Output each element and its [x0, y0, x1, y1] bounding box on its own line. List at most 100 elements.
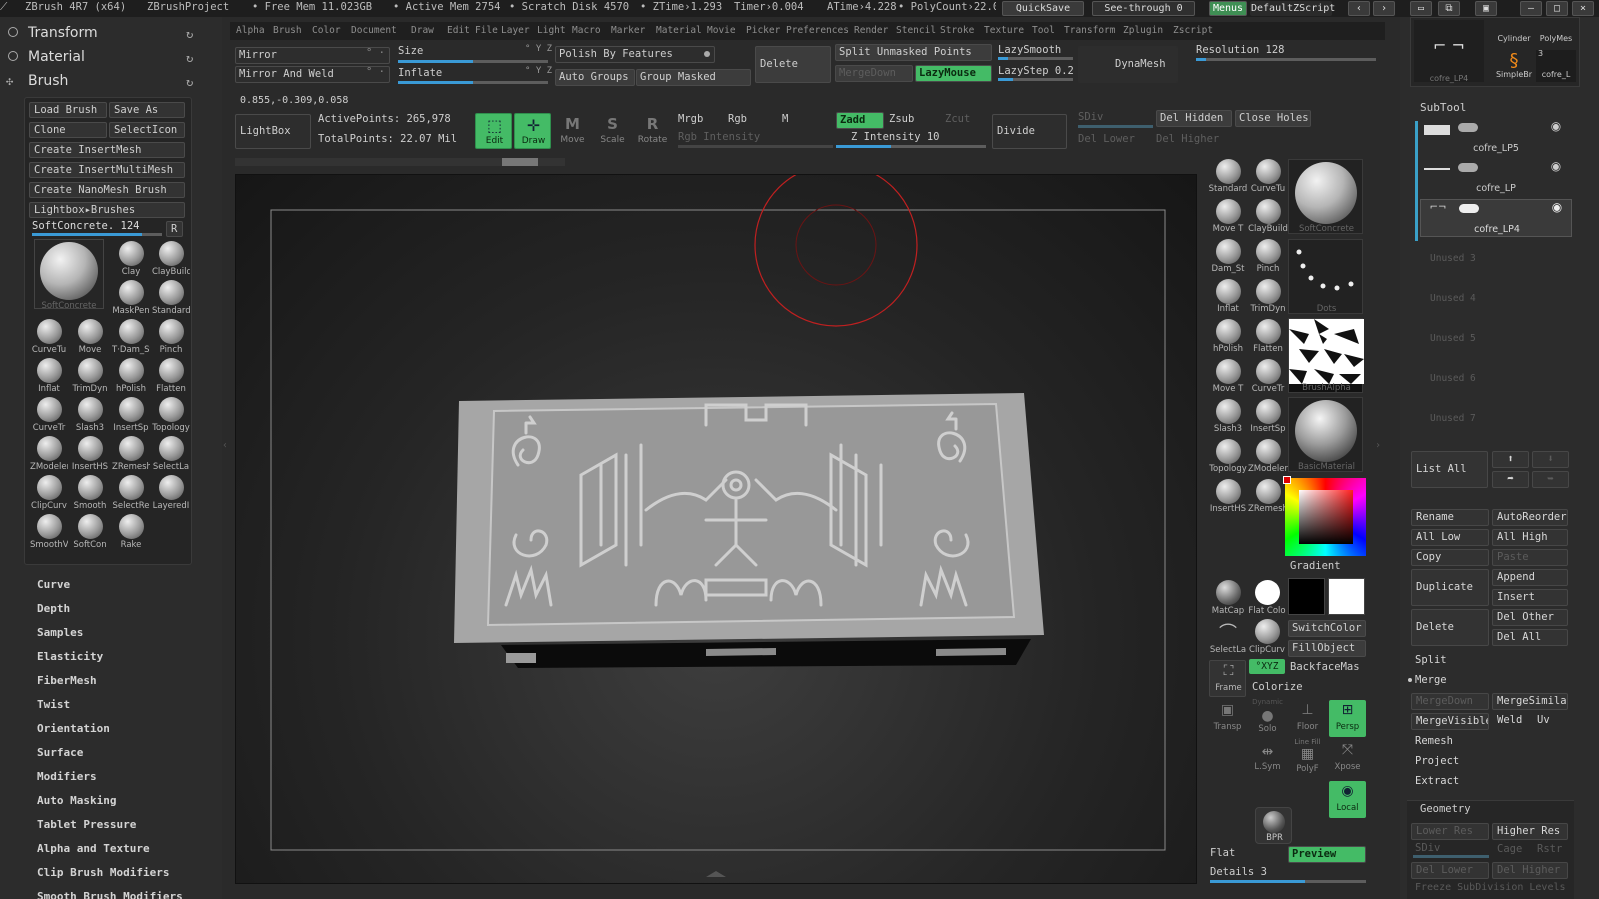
layout-right-icon[interactable]: › — [1373, 1, 1395, 16]
shelf-brush-inflat[interactable]: Inflat — [1209, 277, 1247, 316]
mergedown-button[interactable]: MergeDown — [1411, 693, 1489, 710]
material-tile[interactable]: BasicMaterial — [1288, 397, 1363, 472]
palette-brush[interactable]: Brush — [28, 73, 68, 89]
geometry-del-higher-button[interactable]: Del Higher — [1492, 862, 1568, 879]
create-insertmultimesh-button[interactable]: Create InsertMultiMesh — [29, 162, 185, 178]
fill-object-button[interactable]: FillObject — [1288, 640, 1366, 657]
shelf-brush-standard[interactable]: Standard — [1209, 157, 1247, 196]
lightbox-button[interactable]: LightBox — [235, 114, 311, 149]
duplicate-button[interactable]: Duplicate — [1411, 569, 1489, 606]
save-as-button[interactable]: Save As — [109, 102, 185, 118]
paste-button[interactable]: Paste — [1492, 549, 1568, 566]
move-up-icon[interactable]: ⬆ — [1492, 451, 1529, 468]
cage-button[interactable]: Cage — [1497, 843, 1522, 855]
rgb-intensity-slider[interactable] — [678, 145, 833, 148]
copy-button[interactable]: Copy — [1411, 549, 1489, 566]
brush-icon-zmodeler[interactable]: ZModeler — [30, 435, 68, 474]
layout-left-icon[interactable]: ‹ — [1348, 1, 1370, 16]
geometry-sdiv-slider[interactable] — [1413, 855, 1489, 858]
lightbox-brushes-button[interactable]: Lightbox▸Brushes — [29, 202, 185, 218]
rgb-button[interactable]: Rgb — [728, 113, 747, 125]
lazystep-slider[interactable] — [998, 78, 1073, 81]
brush-icon-layeredi[interactable]: LayeredI — [152, 474, 190, 513]
shelf-brush-zremesh[interactable]: ZRemesh — [1248, 477, 1288, 516]
brush-icon-trimdyn[interactable]: TrimDyn — [71, 357, 109, 396]
right-tray-toggle-icon[interactable]: › — [1375, 440, 1383, 470]
menu-draw[interactable]: Draw — [411, 25, 434, 36]
stroke-tile[interactable]: Dots — [1288, 239, 1363, 314]
shelf-brush-insertsp[interactable]: InsertSp — [1249, 397, 1287, 436]
menu-light[interactable]: Light — [537, 25, 566, 36]
brush-icon-zremesh[interactable]: ZRemesh — [112, 435, 150, 474]
extract-subpalette[interactable]: Extract — [1415, 775, 1459, 787]
switch-color-button[interactable]: SwitchColor — [1288, 620, 1366, 637]
refresh-icon[interactable]: ↻ — [186, 75, 193, 89]
subtool-item-selected[interactable]: ⌐¬ ◉ cofre_LP4 — [1420, 199, 1572, 237]
default-zscript-button[interactable]: DefaultZScript — [1250, 1, 1335, 16]
brush-icon-maskpen[interactable]: MaskPen — [112, 279, 150, 318]
brush-icon-hpolish[interactable]: hPolish — [112, 357, 150, 396]
z-intensity-slider[interactable] — [836, 145, 986, 148]
subtool-item[interactable]: ◉ cofre_LP5 — [1420, 119, 1572, 157]
inflate-slider[interactable] — [398, 81, 548, 84]
brush-icon-slash3[interactable]: Slash3 — [71, 396, 109, 435]
brush-slider[interactable] — [32, 233, 162, 236]
gradient-label[interactable]: Gradient — [1290, 560, 1341, 572]
delete-button[interactable]: Delete — [755, 46, 831, 83]
preview-button[interactable]: Preview — [1288, 846, 1366, 863]
solo-button[interactable]: Dynamic ● Solo — [1249, 698, 1286, 737]
subpalette-auto-masking[interactable]: Auto Masking — [37, 794, 116, 807]
rstr-button[interactable]: Rstr — [1537, 843, 1562, 855]
menu-edit[interactable]: Edit — [447, 25, 470, 36]
toggle-icon[interactable] — [1458, 123, 1478, 132]
subpalette-tablet-pressure[interactable]: Tablet Pressure — [37, 818, 136, 831]
close-icon[interactable]: × — [1572, 1, 1594, 16]
quicksave-button[interactable]: QuickSave — [1002, 1, 1084, 16]
subpalette-smooth-brush-modifiers[interactable]: Smooth Brush Modifiers — [37, 890, 183, 899]
shelf-brush-dam-st[interactable]: Dam_St — [1209, 237, 1247, 276]
brush-icon-pinch[interactable]: Pinch — [152, 318, 190, 357]
menus-button[interactable]: Menus — [1209, 1, 1247, 16]
eye-icon[interactable]: ◉ — [1548, 119, 1564, 133]
menu-picker[interactable]: Picker — [746, 25, 780, 36]
menu-stroke[interactable]: Stroke — [940, 25, 974, 36]
shelf-brush-zmodeler[interactable]: ZModeler — [1248, 437, 1288, 476]
menu-brush[interactable]: Brush — [273, 25, 302, 36]
cofre-tool[interactable]: 3 cofre_L — [1536, 49, 1576, 82]
brush-icon-curvetu[interactable]: CurveTu — [30, 318, 68, 357]
del-hidden-button[interactable]: Del Hidden — [1156, 110, 1232, 127]
menu-zscript[interactable]: Zscript — [1173, 25, 1213, 36]
subpalette-depth[interactable]: Depth — [37, 602, 70, 615]
colorize-button[interactable]: Colorize — [1252, 681, 1303, 693]
select-icon-button[interactable]: SelectIcon — [109, 122, 185, 138]
maximize-icon[interactable]: □ — [1546, 1, 1568, 16]
lsym-button[interactable]: ⇹ L.Sym — [1249, 740, 1286, 777]
window-alt-icon[interactable]: ⧉ — [1438, 1, 1460, 16]
del-other-button[interactable]: Del Other — [1492, 609, 1568, 626]
uv-button[interactable]: Uv — [1537, 714, 1550, 726]
weld-button[interactable]: Weld — [1497, 714, 1522, 726]
menu-document[interactable]: Document — [351, 25, 397, 36]
r-button[interactable]: R — [166, 221, 183, 237]
brush-icon-flatten[interactable]: Flatten — [152, 357, 190, 396]
brush-icon-t-dam-st[interactable]: T·Dam_St — [112, 318, 150, 357]
minimize-icon[interactable]: – — [1520, 1, 1542, 16]
eye-icon[interactable]: ◉ — [1548, 159, 1564, 173]
insert-button[interactable]: Insert — [1492, 589, 1568, 606]
menu-preferences[interactable]: Preferences — [786, 25, 849, 36]
brush-icon-standard[interactable]: Standard — [152, 279, 190, 318]
size-slider[interactable] — [398, 60, 548, 63]
polymesh-tool[interactable]: PolyMes — [1536, 20, 1576, 48]
geometry-del-lower-button[interactable]: Del Lower — [1411, 862, 1489, 879]
clone-button[interactable]: Clone — [29, 122, 107, 138]
subtool-item[interactable]: ◉ cofre_LP — [1420, 159, 1572, 197]
divide-button[interactable]: Divide — [992, 114, 1067, 149]
subpalette-elasticity[interactable]: Elasticity — [37, 650, 103, 663]
merge-down-button[interactable]: MergeDown — [835, 65, 913, 82]
del-lower-button[interactable]: Del Lower — [1078, 133, 1135, 145]
subpalette-curve[interactable]: Curve — [37, 578, 70, 591]
create-insertmesh-button[interactable]: Create InsertMesh — [29, 142, 185, 158]
group-masked-button[interactable]: Group Masked — [636, 69, 751, 86]
geometry-title[interactable]: Geometry — [1420, 803, 1471, 815]
zcut-button[interactable]: Zcut — [945, 113, 970, 125]
